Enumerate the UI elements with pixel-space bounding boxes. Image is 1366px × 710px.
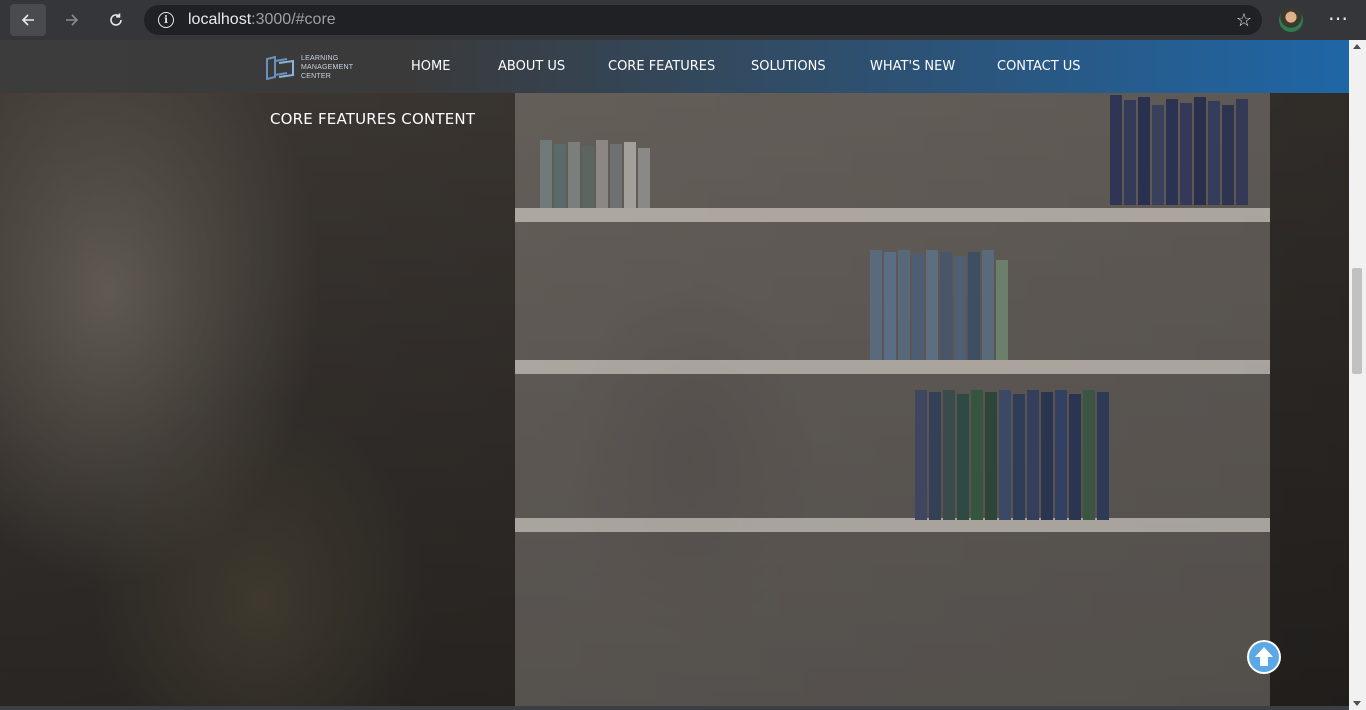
nav-link-core-features[interactable]: CORE FEATURES [608, 59, 751, 74]
book-row [915, 390, 1109, 520]
url-text[interactable]: localhost:3000/#core [188, 11, 336, 29]
nav-link-solutions[interactable]: SOLUTIONS [751, 59, 870, 74]
arrow-up-icon [1249, 642, 1279, 672]
nav-link-contact-us[interactable]: CONTACT US [997, 59, 1097, 74]
scrollbar-thumb[interactable] [1352, 268, 1362, 374]
nav-link-about-us[interactable]: ABOUT US [498, 59, 608, 74]
nav-link-home[interactable]: HOME [411, 59, 498, 74]
book-row [540, 140, 650, 208]
bottom-edge [0, 706, 1349, 710]
top-navbar: LEARNING MANAGEMENT CENTER HOME ABOUT US… [0, 40, 1349, 93]
logo-text: LEARNING MANAGEMENT CENTER [301, 55, 354, 80]
profile-avatar[interactable] [1279, 8, 1303, 32]
nav-links: HOME ABOUT US CORE FEATURES SOLUTIONS WH… [411, 40, 1097, 93]
more-menu-icon[interactable]: ⋯ [1326, 8, 1350, 32]
scroll-up-arrow-icon[interactable] [1353, 44, 1361, 49]
info-icon[interactable]: i [158, 12, 174, 28]
shelf-board [515, 518, 1270, 532]
book-row [1110, 95, 1248, 205]
lmc-logo-icon [265, 55, 297, 81]
brand-logo[interactable]: LEARNING MANAGEMENT CENTER [265, 54, 353, 81]
book-row [870, 250, 1008, 360]
back-arrow-icon[interactable] [10, 4, 46, 36]
section-title: CORE FEATURES CONTENT [270, 110, 476, 128]
forward-arrow-icon[interactable] [54, 4, 90, 36]
hero-background-image [0, 40, 1349, 710]
shelf-board [515, 360, 1270, 374]
address-bar[interactable]: i localhost:3000/#core ☆ [144, 5, 1262, 35]
page-scrollbar[interactable] [1349, 40, 1366, 710]
nav-link-whats-new[interactable]: WHAT'S NEW [870, 59, 997, 74]
scroll-to-top-button[interactable] [1247, 640, 1281, 674]
browser-toolbar: i localhost:3000/#core ☆ ⋯ [0, 0, 1366, 40]
page-viewport: LEARNING MANAGEMENT CENTER HOME ABOUT US… [0, 40, 1349, 710]
bookmark-star-icon[interactable]: ☆ [1236, 10, 1252, 30]
reload-icon[interactable] [98, 4, 134, 36]
scroll-down-arrow-icon[interactable] [1353, 701, 1361, 706]
shelf-board [515, 208, 1270, 222]
